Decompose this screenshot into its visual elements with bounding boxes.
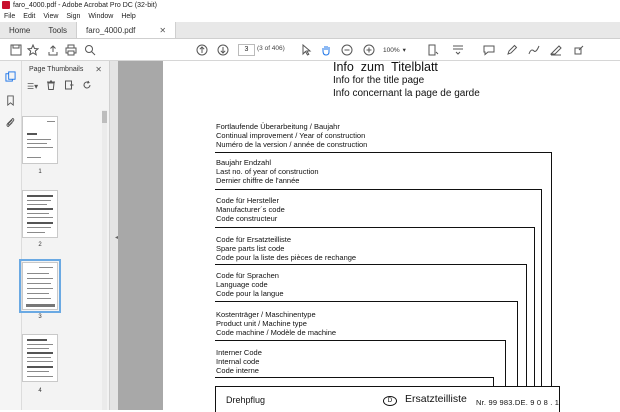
leader-line <box>215 301 518 302</box>
leader-line <box>215 340 506 341</box>
close-tab-icon[interactable]: ✕ <box>159 26 166 35</box>
leader-line <box>215 189 542 190</box>
bookmark-icon[interactable] <box>4 94 17 107</box>
attachment-icon[interactable] <box>4 116 17 129</box>
tab-document[interactable]: faro_4000.pdf ✕ <box>76 22 177 38</box>
zoom-dropdown[interactable]: 100% ▾ <box>383 44 417 56</box>
left-rail <box>0 61 22 410</box>
hand-tool-icon[interactable] <box>319 43 333 57</box>
page-thumbnail-2[interactable] <box>22 190 58 238</box>
doc-item-1: Fortlaufende Überarbeitung / Baujahr Cont… <box>216 122 368 149</box>
leader-line <box>517 301 518 386</box>
zoom-value: 100% <box>383 46 400 54</box>
draw-icon[interactable] <box>527 43 541 57</box>
leader-line <box>551 152 552 386</box>
leader-line <box>541 189 542 386</box>
thumbnails-title: Page Thumbnails <box>29 65 84 73</box>
page-thumbnails-icon[interactable] <box>4 70 17 83</box>
page-number-1: 1 <box>38 169 42 175</box>
thumbnails-scrollbar-thumb[interactable] <box>102 111 107 123</box>
main-toolbar: 3 (3 of 406) 100% ▾ <box>0 39 620 61</box>
leader-line <box>215 152 552 153</box>
menu-edit[interactable]: Edit <box>23 13 35 20</box>
print-icon[interactable] <box>64 43 78 57</box>
title-bar: faro_4000.pdf - Adobe Acrobat Pro DC (32… <box>0 0 620 10</box>
title-box-left: Drehpflug <box>226 395 266 405</box>
page-number-input[interactable]: 3 <box>238 44 255 56</box>
doc-subtitle-en: Info for the title page <box>333 75 425 86</box>
insert-page-icon[interactable] <box>64 80 74 92</box>
page-thumbnail-3[interactable] <box>19 259 61 313</box>
tab-tools[interactable]: Tools <box>39 22 76 38</box>
next-page-icon[interactable] <box>216 43 230 57</box>
doc-title: Info zum Titelblatt <box>333 60 438 74</box>
menu-file[interactable]: File <box>4 13 15 20</box>
upload-icon[interactable] <box>46 43 60 57</box>
tab-home-label: Home <box>9 25 31 35</box>
leader-line <box>526 264 527 386</box>
title-box-number: Nr. 99 983.DE. 9 0 8 . 1 <box>476 398 560 407</box>
tab-tools-label: Tools <box>48 25 68 35</box>
rotate-icon[interactable] <box>82 80 92 92</box>
menu-help[interactable]: Help <box>121 13 135 20</box>
menu-sign[interactable]: Sign <box>66 13 80 20</box>
thumbnails-tools: ☰▾ <box>22 77 109 95</box>
scroll-mode-icon[interactable] <box>451 43 465 57</box>
menu-bar: File Edit View Sign Window Help <box>0 10 620 22</box>
doc-item-6: Kostenträger / Maschinentype Product unit… <box>216 310 337 337</box>
leader-line <box>493 377 494 386</box>
page-thumbnail-4[interactable] <box>22 334 58 382</box>
doc-item-2: Baujahr Endzahl Last no. of year of const… <box>216 158 319 185</box>
comment-icon[interactable] <box>482 43 496 57</box>
fill-sign-icon[interactable] <box>572 43 586 57</box>
prev-page-icon[interactable] <box>195 43 209 57</box>
doc-item-7: Interner Code Internal code Code interne <box>216 348 262 375</box>
page-number-2: 2 <box>38 242 42 248</box>
thumbnails-header: Page Thumbnails ✕ <box>22 61 109 77</box>
sign-icon[interactable] <box>549 43 563 57</box>
tab-bar: Home Tools faro_4000.pdf ✕ <box>0 22 620 39</box>
doc-item-4: Code für Ersatzteilliste Spare parts list… <box>216 235 357 262</box>
leader-line <box>215 227 535 228</box>
doc-item-5: Code für Sprachen Language code Code pour … <box>216 271 284 298</box>
language-circle: D <box>383 396 397 406</box>
leader-line <box>215 377 494 378</box>
star-icon[interactable] <box>26 43 40 57</box>
options-menu-icon[interactable]: ☰▾ <box>27 82 38 91</box>
doc-item-3: Code für Hersteller Manufacturer´s code Co… <box>216 196 285 223</box>
search-icon[interactable] <box>83 43 97 57</box>
chevron-down-icon: ▾ <box>402 47 406 54</box>
acrobat-window: faro_4000.pdf - Adobe Acrobat Pro DC (32… <box>0 0 620 412</box>
menu-window[interactable]: Window <box>88 13 113 20</box>
page-count-label: (3 of 406) <box>257 45 285 52</box>
tab-home[interactable]: Home <box>0 22 39 38</box>
title-box-title: Ersatzteilliste <box>405 393 467 405</box>
menu-view[interactable]: View <box>43 13 58 20</box>
page-number-3: 3 <box>38 314 42 320</box>
page-fit-icon[interactable] <box>426 43 440 57</box>
highlight-pen-icon[interactable] <box>505 43 519 57</box>
acrobat-logo-icon <box>2 1 10 9</box>
window-title: faro_4000.pdf - Adobe Acrobat Pro DC (32… <box>13 1 157 9</box>
doc-subtitle-fr: Info concernant la page de garde <box>333 88 480 99</box>
zoom-out-icon[interactable] <box>340 43 354 57</box>
leader-line <box>534 227 535 386</box>
leader-line <box>505 340 506 386</box>
save-icon[interactable] <box>9 43 23 57</box>
page-thumbnail-1[interactable] <box>22 116 58 164</box>
tab-document-label: faro_4000.pdf <box>86 25 136 35</box>
select-arrow-icon[interactable] <box>299 43 313 57</box>
delete-icon[interactable] <box>46 80 56 92</box>
leader-line <box>215 264 527 265</box>
close-panel-icon[interactable]: ✕ <box>95 65 102 74</box>
page-number-4: 4 <box>38 388 42 394</box>
thumbnails-scrollbar[interactable] <box>102 110 107 410</box>
zoom-in-icon[interactable] <box>362 43 376 57</box>
